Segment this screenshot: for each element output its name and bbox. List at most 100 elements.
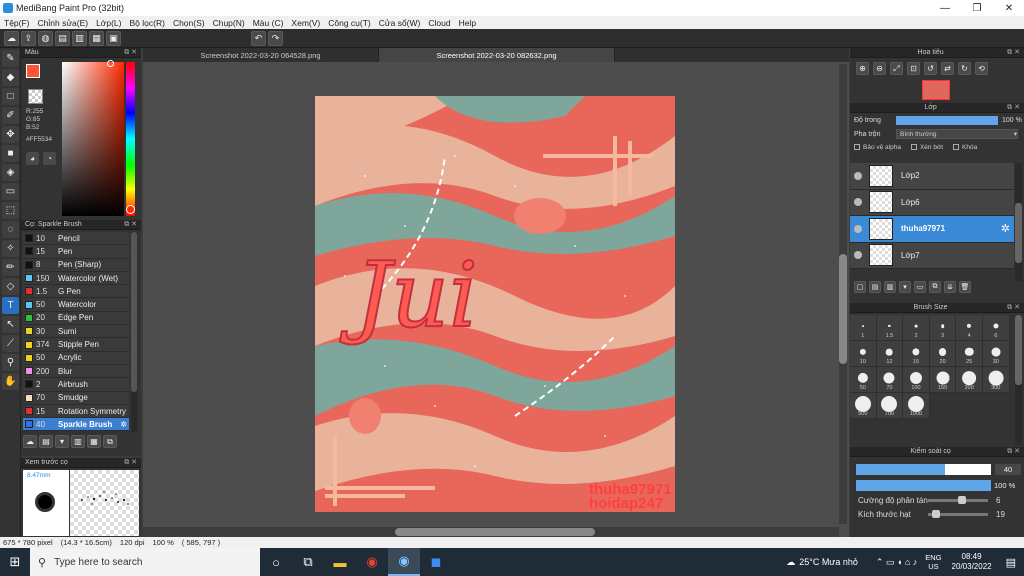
- taskbar-search[interactable]: ⚲ Type here to search: [30, 548, 260, 576]
- close-button[interactable]: ✕: [994, 0, 1024, 16]
- add-brush-icon[interactable]: ▤: [39, 435, 53, 448]
- delete-layer-icon[interactable]: 🗑: [959, 281, 971, 293]
- upload-icon[interactable]: ⇪: [21, 30, 36, 46]
- brush-item[interactable]: 150 Watercolor (Wet): [23, 271, 129, 286]
- brush-size-value[interactable]: 40: [995, 463, 1021, 475]
- gradient-tool-icon[interactable]: ▭: [2, 183, 19, 200]
- brush-item[interactable]: 200 Blur: [23, 364, 129, 379]
- brush-size-preset[interactable]: 100: [903, 367, 930, 393]
- select-pen-icon[interactable]: ✏: [2, 259, 19, 276]
- brush-size-scrollbar[interactable]: [1015, 315, 1022, 445]
- brush-size-preset[interactable]: 15: [903, 341, 930, 367]
- palette-icon[interactable]: ◕: [26, 152, 39, 165]
- rectangle-tool-icon[interactable]: □: [2, 88, 19, 105]
- menu-snap[interactable]: Chụp(N): [209, 18, 249, 28]
- duplicate-layer-icon[interactable]: ⧉: [929, 281, 941, 293]
- hand-tool-icon[interactable]: ✋: [2, 373, 19, 390]
- document-icon[interactable]: ▤: [55, 30, 70, 46]
- canvas-vertical-scrollbar[interactable]: [839, 64, 847, 524]
- color-wheel-icon[interactable]: ◔: [43, 152, 56, 165]
- brush-item[interactable]: 15 Pen: [23, 245, 129, 259]
- lasso-tool-icon[interactable]: ◌: [2, 221, 19, 238]
- undo-icon[interactable]: ↶: [251, 30, 266, 46]
- panel-close-icon[interactable]: ⧉ ✕: [124, 48, 137, 57]
- select-eraser-icon[interactable]: ◇: [2, 278, 19, 295]
- cloud-brush-icon[interactable]: ☁: [23, 435, 37, 448]
- brush-size-preset[interactable]: 1.5: [876, 315, 904, 341]
- tab-document-2[interactable]: Screenshot 2022-03-20 082632.png: [379, 48, 615, 62]
- fit-icon[interactable]: ⤢: [890, 62, 903, 75]
- page-icon[interactable]: ▥: [72, 30, 87, 46]
- layer-item[interactable]: Lớp6: [850, 189, 1014, 216]
- brush-item[interactable]: 8 Pen (Sharp): [23, 258, 129, 272]
- menu-select[interactable]: Chọn(S): [169, 18, 209, 28]
- sv-picker-cursor[interactable]: [107, 60, 114, 67]
- operation-tool-icon[interactable]: ↖: [2, 316, 19, 333]
- brush-item[interactable]: 10 Pencil: [23, 232, 129, 246]
- brush-list-scrollbar[interactable]: [131, 232, 137, 432]
- notification-icon[interactable]: ▤: [1006, 556, 1016, 569]
- zoom-out-icon[interactable]: ⊖: [873, 62, 886, 75]
- hue-slider[interactable]: [126, 62, 135, 216]
- task-view-icon[interactable]: ⧉: [292, 548, 324, 576]
- lock-checkbox[interactable]: Khóa: [953, 144, 977, 151]
- canvas-horizontal-scrollbar[interactable]: [143, 527, 839, 537]
- brush-size-preset[interactable]: 150: [929, 367, 957, 393]
- brush-size-preset[interactable]: 30: [982, 341, 1010, 367]
- eye-icon[interactable]: [854, 224, 862, 233]
- brush-size-preset[interactable]: 50: [850, 367, 877, 393]
- brush-size-preset[interactable]: 6: [982, 315, 1010, 341]
- brush-item[interactable]: 20 Edge Pen: [23, 311, 129, 326]
- taskbar-clock[interactable]: 08:49 20/03/2022: [952, 552, 992, 572]
- foreground-color-swatch[interactable]: [26, 64, 40, 78]
- brush-size-preset[interactable]: 200: [956, 367, 983, 393]
- layout-icon[interactable]: ▣: [106, 30, 121, 46]
- eraser-tool-icon[interactable]: ◆: [2, 69, 19, 86]
- actual-size-icon[interactable]: ⊡: [907, 62, 920, 75]
- panel-close-icon[interactable]: ⧉ ✕: [1007, 447, 1020, 456]
- eye-icon[interactable]: [854, 198, 862, 207]
- panel-close-icon[interactable]: ⧉ ✕: [1007, 103, 1020, 112]
- particle-size-knob[interactable]: [932, 509, 940, 518]
- divide-tool-icon[interactable]: ⟋: [2, 335, 19, 352]
- brush-size-preset[interactable]: 2: [903, 315, 930, 341]
- rotate-right-icon[interactable]: ↻: [958, 62, 971, 75]
- brush-size-preset[interactable]: 20: [929, 341, 957, 367]
- panel-close-icon[interactable]: ⧉ ✕: [124, 458, 137, 467]
- panel-close-icon[interactable]: ⧉ ✕: [124, 220, 137, 229]
- flip-icon[interactable]: ⇄: [941, 62, 954, 75]
- blend-mode-select[interactable]: Bình thường ▾: [896, 129, 1018, 139]
- brush-size-preset[interactable]: 500: [850, 393, 877, 419]
- menu-layer[interactable]: Lớp(L): [92, 18, 125, 28]
- select-tool-icon[interactable]: ⬚: [2, 202, 19, 219]
- medibang-taskbar-icon[interactable]: ◉: [388, 548, 420, 576]
- scatter-slider[interactable]: [928, 495, 988, 504]
- tab-document-1[interactable]: Screenshot 2022-03-20 064528.png: [143, 48, 379, 62]
- brush-size-preset[interactable]: 4: [956, 315, 983, 341]
- fill-rect-tool-icon[interactable]: ■: [2, 145, 19, 162]
- pen-tool-icon[interactable]: ✐: [2, 107, 19, 124]
- menu-color[interactable]: Màu (C): [249, 18, 288, 28]
- gear-icon[interactable]: ✲: [1001, 222, 1010, 235]
- saturation-value-picker[interactable]: [62, 62, 124, 216]
- brush-size-preset[interactable]: 70: [876, 367, 904, 393]
- brush-size-preset[interactable]: 3: [929, 315, 957, 341]
- weather-widget[interactable]: ☁ 25°C Mưa nhỏ: [786, 557, 858, 568]
- panel-close-icon[interactable]: ⧉ ✕: [1007, 48, 1020, 57]
- cloud-icon[interactable]: ☁: [4, 30, 19, 46]
- text-tool-icon[interactable]: T: [2, 297, 19, 314]
- move-tool-icon[interactable]: ✥: [2, 126, 19, 143]
- brush-delete-icon[interactable]: ⧉: [103, 435, 117, 448]
- input-language[interactable]: ENG US: [925, 553, 941, 571]
- brush-item[interactable]: 1.5 G Pen: [23, 285, 129, 299]
- hue-slider-handle[interactable]: [126, 205, 135, 214]
- magic-wand-icon[interactable]: ✧: [2, 240, 19, 257]
- chat-icon[interactable]: ◍: [38, 30, 53, 46]
- brush-size-preset[interactable]: 12: [876, 341, 904, 367]
- menu-cloud[interactable]: Cloud: [424, 18, 454, 28]
- brush-item[interactable]: 15 Rotation Symmetry: [23, 404, 129, 419]
- menu-view[interactable]: Xem(V): [287, 18, 324, 28]
- brush-settings-icon[interactable]: ▥: [71, 435, 85, 448]
- grid-icon[interactable]: ▦: [89, 30, 104, 46]
- menu-help[interactable]: Help: [455, 18, 480, 28]
